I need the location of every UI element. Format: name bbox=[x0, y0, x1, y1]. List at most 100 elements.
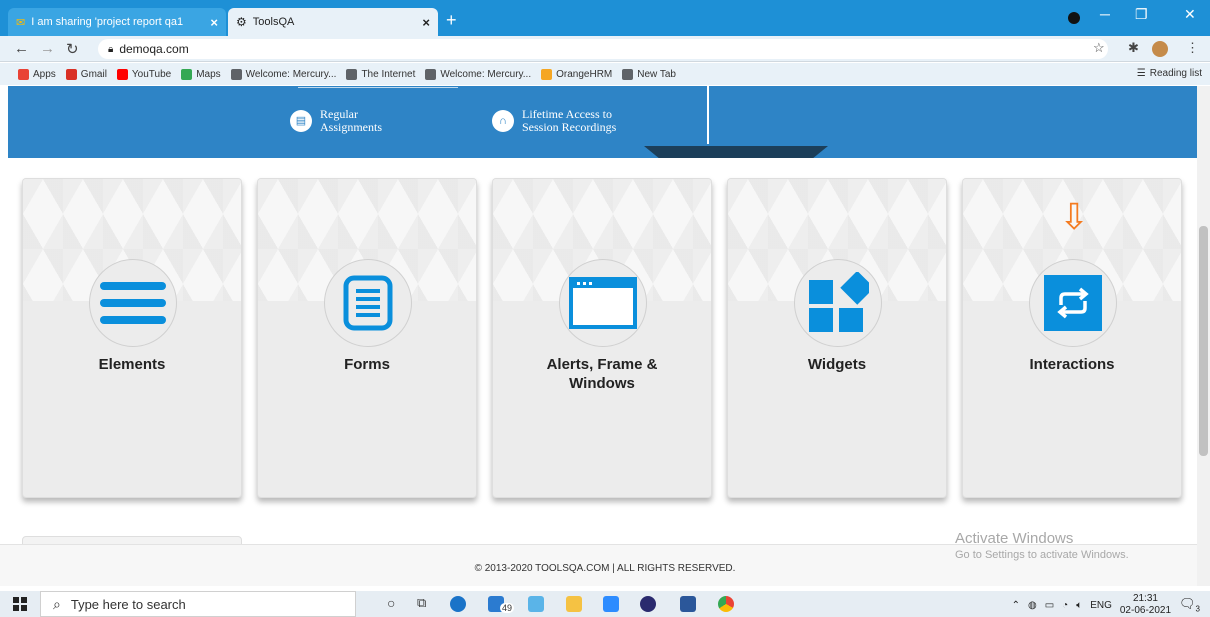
app-icon[interactable] bbox=[528, 596, 544, 612]
bookmark-item[interactable]: Welcome: Mercury... bbox=[230, 68, 337, 80]
language-indicator[interactable]: ENG bbox=[1090, 600, 1112, 611]
forward-arrow-icon[interactable]: → bbox=[40, 40, 55, 57]
reading-list-icon: ☰ bbox=[1136, 68, 1146, 79]
new-tab-button[interactable]: + bbox=[446, 10, 457, 31]
extensions-icon[interactable]: ✱ bbox=[1128, 40, 1139, 56]
watermark-title: Activate Windows bbox=[955, 530, 1074, 547]
feature-line2: Assignments bbox=[320, 120, 383, 134]
bookmark-item[interactable]: The Internet bbox=[346, 68, 415, 80]
gear-icon: ⚙ bbox=[236, 15, 247, 29]
back-arrow-icon[interactable]: ← bbox=[14, 40, 29, 57]
tab-gmail[interactable]: ✉ I am sharing 'project report qa1 × bbox=[8, 8, 226, 36]
bookmark-icon bbox=[425, 68, 437, 80]
task-view-icon[interactable]: ⧉ bbox=[417, 595, 426, 611]
card-label-line1: Alerts, Frame & bbox=[546, 356, 658, 373]
bookmark-item[interactable]: Apps bbox=[18, 68, 56, 80]
card-icon-circle bbox=[324, 259, 412, 347]
bookmark-icon bbox=[622, 68, 634, 80]
vertical-scrollbar[interactable] bbox=[1197, 86, 1210, 586]
minimize-button[interactable]: ─ bbox=[1100, 6, 1110, 22]
reload-icon[interactable]: ↻ bbox=[66, 40, 79, 58]
bookmark-item[interactable]: OrangeHRM bbox=[541, 68, 612, 80]
bookmark-label: Welcome: Mercury... bbox=[245, 68, 337, 80]
star-icon[interactable]: ☆ bbox=[1093, 40, 1105, 56]
reading-list-button[interactable]: ☰ Reading list bbox=[1137, 68, 1202, 79]
card-label-line2: Windows bbox=[569, 375, 635, 392]
network-icon[interactable]: ◍ bbox=[1028, 600, 1037, 611]
chevron-up-icon[interactable]: ⌃ bbox=[1012, 600, 1020, 611]
feature-lifetime-access: ∩ Lifetime Access to Session Recordings bbox=[492, 108, 616, 134]
card-label-line1: Elements bbox=[98, 356, 166, 373]
bookmark-label: Maps bbox=[196, 68, 221, 80]
menu-icon[interactable]: ⋮ bbox=[1186, 40, 1199, 56]
edge-icon[interactable] bbox=[450, 596, 466, 612]
search-placeholder: Type here to search bbox=[70, 596, 186, 612]
clock[interactable]: 21:31 02-06-2021 bbox=[1120, 593, 1171, 617]
word-icon[interactable] bbox=[680, 596, 696, 612]
bookmarks-bar: Apps Gmail YouTube Maps Welcome: Mercury... T… bbox=[0, 63, 1210, 85]
close-tab-icon[interactable]: × bbox=[210, 15, 218, 30]
avatar[interactable] bbox=[1152, 41, 1168, 57]
copyright-text: © 2013-2020 TOOLSQA.COM | ALL RIGHTS RES… bbox=[474, 563, 736, 574]
profile-icon[interactable] bbox=[1068, 12, 1080, 24]
notifications-icon[interactable]: 🗨︎3 bbox=[1179, 596, 1200, 614]
clock-time: 21:31 bbox=[1132, 593, 1158, 604]
browser-tab-strip: ✉ I am sharing 'project report qa1 × ⚙ T… bbox=[0, 0, 1210, 36]
volume-icon[interactable]: 🔈︎ bbox=[1076, 600, 1082, 611]
feature-line1: Lifetime Access to bbox=[522, 107, 612, 121]
card-label: Interactions bbox=[963, 355, 1181, 374]
bookmark-icon bbox=[230, 68, 242, 80]
card-label: Alerts, Frame & Windows bbox=[493, 355, 711, 393]
card-icon-circle bbox=[794, 259, 882, 347]
notification-count-badge: 49 bbox=[500, 603, 515, 613]
browser-toolbar: ← → ↻ 🔒︎ demoqa.com ☆ ✱ ⋮ bbox=[0, 36, 1210, 62]
feature-line2: Session Recordings bbox=[522, 120, 617, 134]
bookmark-label: Gmail bbox=[80, 68, 107, 80]
windows-start-icon[interactable] bbox=[13, 597, 27, 611]
close-tab-icon[interactable]: × bbox=[422, 15, 430, 30]
taskbar-search-input[interactable]: ⌕ Type here to search bbox=[40, 591, 356, 617]
feature-regular-assignments: ▤ Regular Assignments bbox=[290, 108, 382, 134]
activate-windows-watermark: Activate Windows Go to Settings to activ… bbox=[955, 530, 1129, 561]
banner-tab-shape bbox=[644, 146, 828, 158]
card-interactions[interactable]: Interactions ⇩ bbox=[962, 178, 1182, 498]
bookmark-item[interactable]: YouTube bbox=[116, 68, 171, 80]
cortana-icon[interactable]: ○ bbox=[387, 595, 395, 611]
watermark-subtitle: Go to Settings to activate Windows. bbox=[955, 549, 1129, 561]
bookmark-label: Apps bbox=[33, 68, 56, 80]
clock-date: 02-06-2021 bbox=[1119, 605, 1172, 616]
address-bar[interactable]: 🔒︎ demoqa.com bbox=[98, 39, 1108, 59]
battery-icon[interactable]: ▭ bbox=[1045, 600, 1054, 611]
chrome-icon[interactable] bbox=[718, 596, 734, 612]
card-alerts-frame-windows[interactable]: Alerts, Frame & Windows bbox=[492, 178, 712, 498]
restore-button[interactable]: ❐ bbox=[1135, 6, 1148, 23]
file-explorer-icon[interactable] bbox=[566, 596, 582, 612]
notifications-count: 3 bbox=[1195, 604, 1200, 614]
card-widgets[interactable]: Widgets bbox=[727, 178, 947, 498]
eclipse-icon[interactable] bbox=[640, 596, 656, 612]
wifi-icon[interactable]: ◔ bbox=[1062, 600, 1068, 611]
bookmark-item[interactable]: Welcome: Mercury... bbox=[425, 68, 531, 80]
search-icon: ⌕ bbox=[53, 595, 61, 612]
card-forms[interactable]: Forms bbox=[257, 178, 477, 498]
tab-title: I am sharing 'project report qa1 bbox=[31, 16, 184, 28]
lock-icon: 🔒︎ bbox=[108, 43, 114, 55]
close-window-button[interactable]: ✕ bbox=[1184, 6, 1196, 23]
tab-toolsqa[interactable]: ⚙ ToolsQA × bbox=[228, 8, 438, 36]
card-label-line1: Interactions bbox=[1029, 356, 1115, 373]
scrollbar-thumb[interactable] bbox=[1199, 226, 1208, 456]
card-label-line1: Widgets bbox=[807, 356, 867, 373]
hamburger-icon bbox=[100, 282, 166, 324]
bookmark-item[interactable]: Maps bbox=[181, 68, 221, 80]
bookmark-item[interactable]: New Tab bbox=[622, 68, 676, 80]
page-content: ▤ Regular Assignments ∩ Lifetime Access t… bbox=[8, 86, 1197, 544]
card-elements[interactable]: Elements bbox=[22, 178, 242, 498]
bookmark-icon bbox=[18, 68, 29, 80]
reading-list-label: Reading list bbox=[1149, 68, 1202, 79]
headphones-icon: ∩ bbox=[492, 110, 514, 132]
window-icon bbox=[569, 277, 637, 329]
bookmark-icon bbox=[541, 68, 553, 80]
bookmark-item[interactable]: Gmail bbox=[65, 68, 107, 80]
banner-separator bbox=[707, 86, 709, 144]
zoom-icon[interactable] bbox=[603, 596, 619, 612]
